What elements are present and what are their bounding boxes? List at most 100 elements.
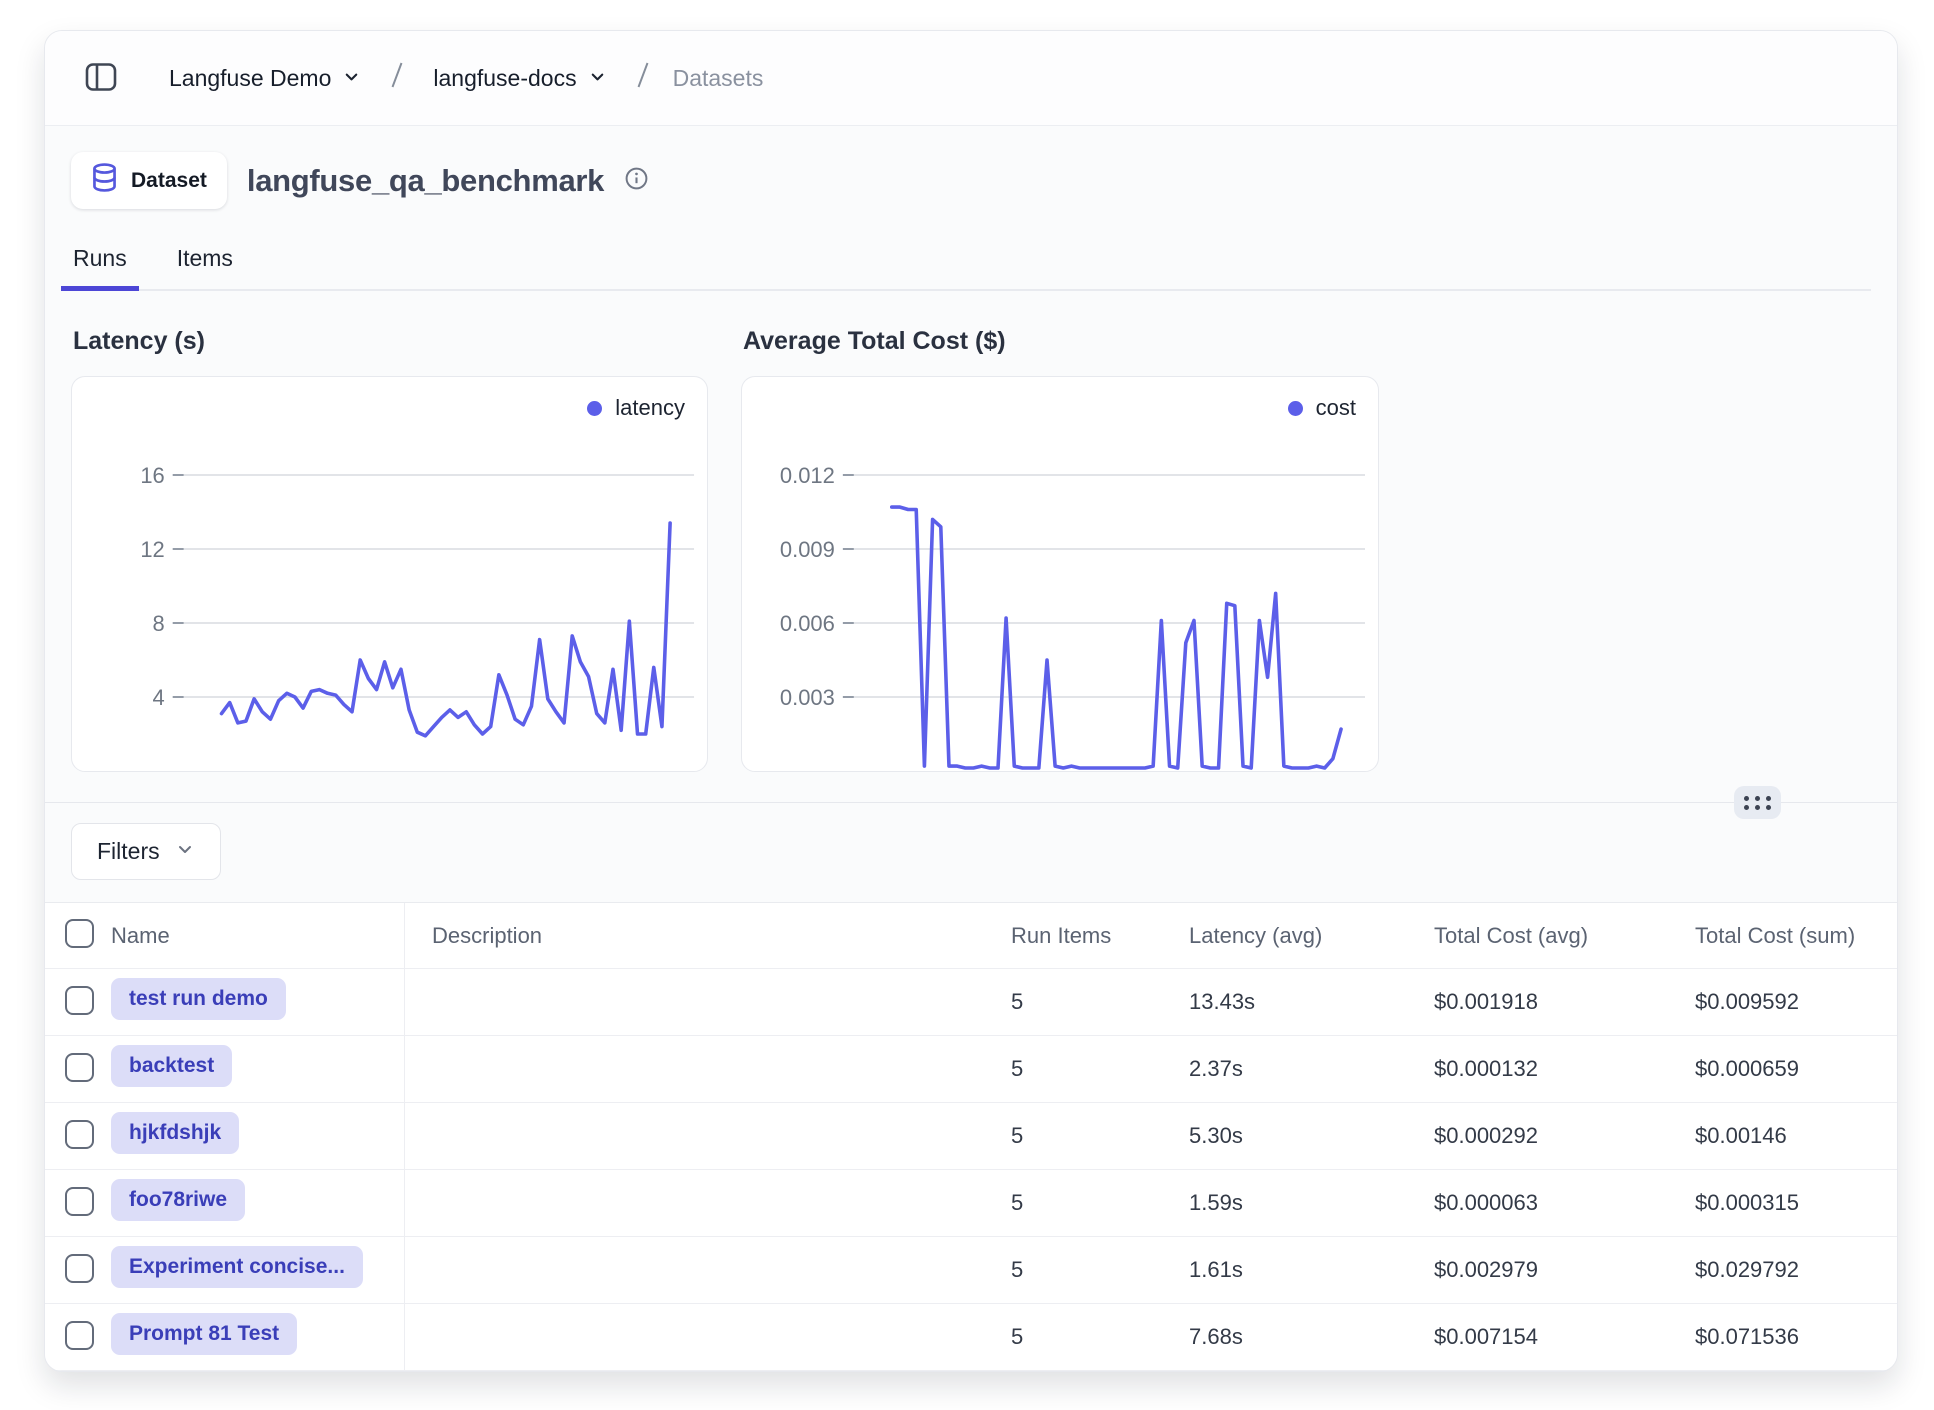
latency-avg-value: 7.68s: [1189, 1324, 1434, 1350]
cost-chart: 0.0120.0090.0060.003: [742, 377, 1378, 771]
run-items-value: 5: [1011, 1190, 1189, 1216]
info-icon[interactable]: [624, 166, 649, 196]
table-header-row: Name Description Run Items Latency (avg)…: [45, 903, 1897, 969]
table-row[interactable]: backtest 5 2.37s $0.000132 $0.000659: [45, 1036, 1897, 1103]
column-header-name[interactable]: Name: [111, 923, 404, 949]
row-checkbox[interactable]: [65, 1254, 94, 1283]
table-row[interactable]: foo78riwe 5 1.59s $0.000063 $0.000315: [45, 1170, 1897, 1237]
breadcrumb-section-label: Datasets: [673, 65, 764, 92]
table-row[interactable]: Experiment concise... 5 1.61s $0.002979 …: [45, 1237, 1897, 1304]
run-items-value: 5: [1011, 1123, 1189, 1149]
run-items-value: 5: [1011, 1324, 1189, 1350]
total-cost-sum-value: $0.00146: [1695, 1123, 1897, 1149]
svg-text:0.009: 0.009: [780, 537, 835, 562]
column-header-latency-avg[interactable]: Latency (avg): [1189, 923, 1434, 949]
column-header-total-cost-sum[interactable]: Total Cost (sum): [1695, 923, 1897, 949]
panel-left-icon: [84, 60, 118, 97]
run-name-pill[interactable]: foo78riwe: [111, 1179, 245, 1221]
table-body: test run demo 5 13.43s $0.001918 $0.0095…: [45, 969, 1897, 1371]
charts-section: Latency (s) 16 12 8 4 latency Average Total…: [71, 327, 1871, 772]
app-window: Langfuse Demo langfuse-docs Datasets: [44, 30, 1898, 1372]
run-name-pill[interactable]: Prompt 81 Test: [111, 1313, 297, 1355]
run-name-pill[interactable]: Experiment concise...: [111, 1246, 363, 1288]
page-content: Dataset langfuse_qa_benchmark Runs Items…: [45, 126, 1897, 772]
breadcrumb-project-label: langfuse-docs: [433, 65, 576, 92]
table-row[interactable]: Prompt 81 Test 5 7.68s $0.007154 $0.0715…: [45, 1304, 1897, 1371]
run-items-value: 5: [1011, 989, 1189, 1015]
chevron-down-icon: [342, 65, 361, 92]
latency-avg-value: 2.37s: [1189, 1056, 1434, 1082]
tab-items[interactable]: Items: [175, 237, 235, 289]
filters-button-label: Filters: [97, 838, 160, 865]
table-row[interactable]: hjkfdshjk 5 5.30s $0.000292 $0.00146: [45, 1103, 1897, 1170]
resize-handle[interactable]: [1734, 786, 1781, 819]
legend-dot: [587, 401, 602, 416]
chevron-down-icon: [588, 65, 607, 92]
run-items-value: 5: [1011, 1056, 1189, 1082]
total-cost-sum-value: $0.071536: [1695, 1324, 1897, 1350]
breadcrumb-separator-icon: [635, 58, 651, 98]
row-checkbox[interactable]: [65, 986, 94, 1015]
chevron-down-icon: [175, 838, 195, 865]
tab-runs[interactable]: Runs: [71, 237, 129, 289]
total-cost-avg-value: $0.000063: [1434, 1190, 1695, 1216]
filters-section: Filters: [45, 803, 1897, 902]
svg-text:12: 12: [140, 537, 164, 562]
column-header-total-cost-avg[interactable]: Total Cost (avg): [1434, 923, 1695, 949]
latency-chart-block: Latency (s) 16 12 8 4 latency: [71, 327, 708, 772]
legend-dot: [1288, 401, 1303, 416]
latency-avg-value: 1.59s: [1189, 1190, 1434, 1216]
breadcrumb-separator-icon: [389, 58, 405, 98]
run-name-pill[interactable]: test run demo: [111, 978, 286, 1020]
column-header-description[interactable]: Description: [404, 923, 1011, 949]
latency-avg-value: 13.43s: [1189, 989, 1434, 1015]
column-header-run-items[interactable]: Run Items: [1011, 923, 1189, 949]
svg-text:0.003: 0.003: [780, 685, 835, 710]
latency-chart-title: Latency (s): [73, 327, 708, 356]
latency-legend: latency: [587, 395, 685, 421]
latency-chart: 16 12 8 4: [72, 377, 707, 771]
run-name-pill[interactable]: backtest: [111, 1045, 232, 1087]
breadcrumb-org-label: Langfuse Demo: [169, 65, 331, 92]
latency-avg-value: 1.61s: [1189, 1257, 1434, 1283]
svg-text:4: 4: [153, 685, 165, 710]
breadcrumb-project-selector[interactable]: langfuse-docs: [427, 64, 612, 93]
total-cost-sum-value: $0.000659: [1695, 1056, 1897, 1082]
row-checkbox[interactable]: [65, 1187, 94, 1216]
row-checkbox[interactable]: [65, 1120, 94, 1149]
select-all-checkbox[interactable]: [65, 919, 94, 948]
total-cost-sum-value: $0.029792: [1695, 1257, 1897, 1283]
page-title: langfuse_qa_benchmark: [247, 163, 604, 199]
svg-text:8: 8: [153, 611, 165, 636]
tab-bar: Runs Items: [71, 237, 1871, 291]
total-cost-avg-value: $0.007154: [1434, 1324, 1695, 1350]
total-cost-avg-value: $0.000292: [1434, 1123, 1695, 1149]
row-checkbox[interactable]: [65, 1321, 94, 1350]
sidebar-toggle-button[interactable]: [79, 56, 123, 100]
svg-text:0.012: 0.012: [780, 463, 835, 488]
run-name-pill[interactable]: hjkfdshjk: [111, 1112, 239, 1154]
total-cost-avg-value: $0.001918: [1434, 989, 1695, 1015]
svg-text:16: 16: [140, 463, 164, 488]
top-bar: Langfuse Demo langfuse-docs Datasets: [45, 31, 1897, 126]
legend-label: latency: [615, 395, 685, 421]
dataset-badge-label: Dataset: [131, 169, 207, 193]
breadcrumb-org-selector[interactable]: Langfuse Demo: [163, 64, 367, 93]
cost-chart-title: Average Total Cost ($): [743, 327, 1379, 356]
latency-chart-card: 16 12 8 4 latency: [71, 376, 708, 772]
dataset-header: Dataset langfuse_qa_benchmark: [71, 152, 1871, 209]
table-row[interactable]: test run demo 5 13.43s $0.001918 $0.0095…: [45, 969, 1897, 1036]
cost-chart-block: Average Total Cost ($) 0.0120.0090.0060.…: [741, 327, 1379, 772]
section-divider: [45, 802, 1897, 803]
row-checkbox[interactable]: [65, 1053, 94, 1082]
legend-label: cost: [1316, 395, 1356, 421]
breadcrumb: Langfuse Demo langfuse-docs Datasets: [163, 58, 763, 98]
database-icon: [91, 163, 118, 198]
latency-avg-value: 5.30s: [1189, 1123, 1434, 1149]
cost-chart-card: 0.0120.0090.0060.003 cost: [741, 376, 1379, 772]
filters-button[interactable]: Filters: [71, 823, 221, 880]
run-items-value: 5: [1011, 1257, 1189, 1283]
total-cost-avg-value: $0.002979: [1434, 1257, 1695, 1283]
total-cost-sum-value: $0.000315: [1695, 1190, 1897, 1216]
runs-table: Name Description Run Items Latency (avg)…: [45, 902, 1897, 1371]
